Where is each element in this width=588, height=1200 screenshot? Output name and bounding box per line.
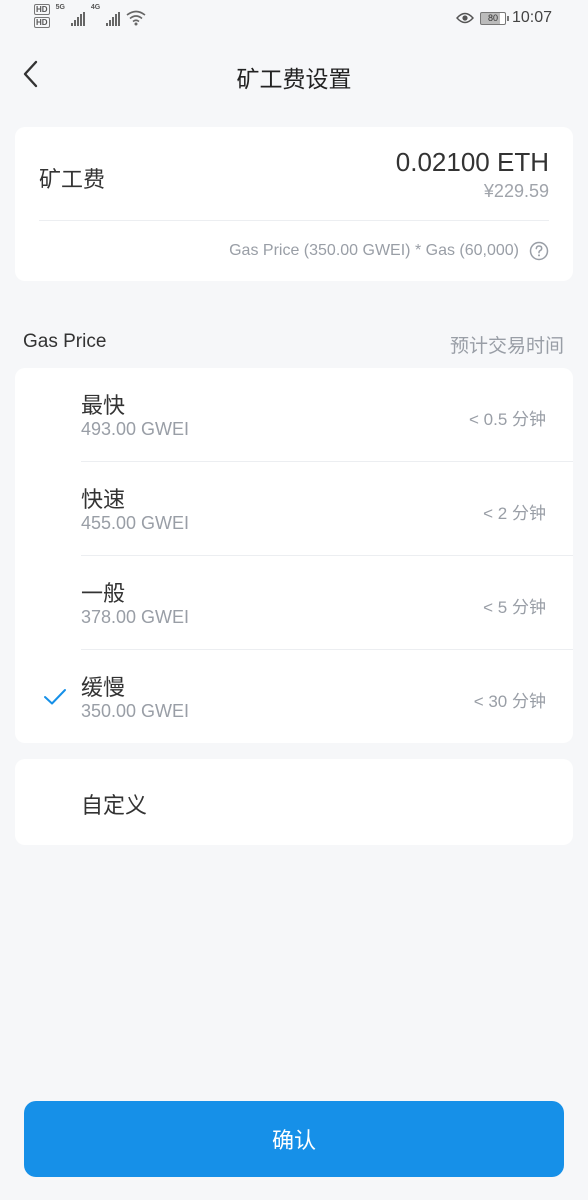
help-button[interactable] bbox=[529, 241, 549, 261]
hd-icon: HD bbox=[34, 17, 50, 28]
signal-icon bbox=[70, 12, 85, 26]
fee-formula: Gas Price (350.00 GWEI) * Gas (60,000) bbox=[229, 242, 519, 259]
option-custom[interactable]: 自定义 bbox=[15, 759, 573, 845]
page-title: 矿工费设置 bbox=[236, 66, 352, 92]
battery-level: 80 bbox=[487, 13, 498, 23]
network-4g-label: 4G bbox=[90, 4, 101, 11]
gas-price-options: 最快 493.00 GWEI < 0.5 分钟 快速 455.00 GWEI <… bbox=[15, 368, 573, 743]
clock: 10:07 bbox=[511, 9, 552, 26]
eye-icon bbox=[456, 12, 474, 24]
custom-label: 自定义 bbox=[81, 793, 148, 818]
divider bbox=[39, 220, 549, 221]
status-left: HD HD 5G 4G bbox=[34, 4, 146, 28]
option-time: < 30 分钟 bbox=[473, 692, 546, 711]
question-circle-icon bbox=[529, 241, 549, 261]
option-fastest[interactable]: 最快 493.00 GWEI < 0.5 分钟 bbox=[15, 368, 573, 462]
nav-bar: 矿工费设置 bbox=[0, 48, 588, 102]
option-gwei: 455.00 GWEI bbox=[81, 513, 190, 533]
signal-icon bbox=[106, 12, 121, 26]
network-5g-label: 5G bbox=[55, 4, 65, 11]
option-fast[interactable]: 快速 455.00 GWEI < 2 分钟 bbox=[15, 462, 573, 556]
option-slow[interactable]: 缓慢 350.00 GWEI < 30 分钟 bbox=[15, 650, 573, 743]
option-time: < 5 分钟 bbox=[483, 598, 546, 617]
fee-cny-amount: ¥229.59 bbox=[483, 181, 549, 201]
option-time: < 0.5 分钟 bbox=[468, 410, 546, 429]
confirm-button[interactable]: 确认 bbox=[24, 1101, 564, 1177]
option-gwei: 378.00 GWEI bbox=[81, 607, 190, 627]
option-name: 缓慢 bbox=[81, 675, 126, 700]
estimated-time-heading: 预计交易时间 bbox=[449, 336, 564, 357]
option-name: 快速 bbox=[81, 487, 126, 512]
hd-icon: HD bbox=[34, 4, 50, 15]
gas-price-heading: Gas Price bbox=[23, 331, 107, 352]
fee-eth-amount: 0.02100 ETH bbox=[395, 147, 549, 177]
option-name: 一般 bbox=[81, 581, 126, 606]
fee-label: 矿工费 bbox=[39, 167, 106, 192]
checkmark-icon bbox=[44, 689, 66, 705]
option-gwei: 350.00 GWEI bbox=[81, 701, 190, 721]
option-gwei: 493.00 GWEI bbox=[81, 419, 190, 439]
option-normal[interactable]: 一般 378.00 GWEI < 5 分钟 bbox=[15, 556, 573, 650]
fee-summary-card: 矿工费 0.02100 ETH ¥229.59 Gas Price (350.0… bbox=[15, 127, 573, 281]
option-time: < 2 分钟 bbox=[483, 504, 546, 523]
hd-indicators: HD HD bbox=[34, 4, 50, 28]
wifi-icon bbox=[126, 10, 146, 26]
battery-icon: 80 bbox=[479, 11, 509, 25]
status-right: 80 10:07 bbox=[456, 9, 552, 27]
option-name: 最快 bbox=[81, 393, 126, 418]
status-bar: HD HD 5G 4G 80 10:07 bbox=[0, 0, 588, 36]
